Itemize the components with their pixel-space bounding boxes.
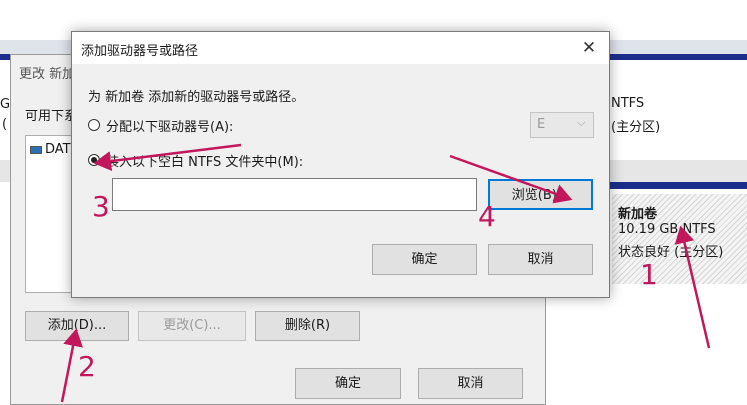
close-icon[interactable]: ✕ bbox=[575, 36, 603, 60]
folder-path-input[interactable] bbox=[112, 178, 477, 211]
available-label: 可用下系 bbox=[25, 109, 78, 124]
change-button[interactable]: 更改(C)... bbox=[138, 311, 246, 341]
drive-letter-value: E bbox=[537, 117, 546, 132]
partition-kind: (主分区) bbox=[611, 120, 661, 135]
bg-paren-fragment: ( bbox=[2, 117, 8, 132]
list-item[interactable]: DAT bbox=[30, 142, 71, 157]
annotation-number-1: 1 bbox=[640, 258, 658, 291]
radio-mount-folder[interactable] bbox=[88, 154, 100, 166]
partition-block-volume[interactable]: 新加卷 10.19 GB NTFS 状态良好 (主分区) bbox=[606, 189, 747, 289]
delete-button[interactable]: 删除(R) bbox=[255, 311, 360, 341]
list-item-label: DAT bbox=[45, 142, 71, 157]
radio-assign-letter-label[interactable]: 分配以下驱动器号(A): bbox=[106, 116, 233, 135]
drive-icon bbox=[30, 145, 42, 154]
dialog-titlebar: 添加驱动器号或路径 ✕ bbox=[72, 32, 609, 64]
chevron-down-icon: ⌵ bbox=[577, 116, 586, 129]
radio-assign-letter[interactable] bbox=[88, 119, 100, 131]
change-dialog-title: 更改 新加 bbox=[19, 67, 76, 82]
add-button[interactable]: 添加(D)... bbox=[25, 311, 129, 341]
cancel-button[interactable]: 取消 bbox=[488, 244, 593, 275]
volume-size: 10.19 GB NTFS bbox=[618, 222, 716, 237]
ok-button[interactable]: 确定 bbox=[372, 244, 477, 275]
browse-button[interactable]: 浏览(B)... bbox=[488, 179, 593, 210]
change-ok-button[interactable]: 确定 bbox=[295, 368, 401, 399]
partition-block-top[interactable]: NTFS (主分区) bbox=[606, 60, 747, 160]
annotation-number-3: 3 bbox=[92, 190, 110, 223]
annotation-number-2: 2 bbox=[78, 350, 96, 383]
add-drive-letter-dialog: 添加驱动器号或路径 ✕ 为 新加卷 添加新的驱动器号或路径。 分配以下驱动器号(… bbox=[71, 31, 610, 298]
volume-name: 新加卷 bbox=[618, 207, 658, 222]
dialog-title: 添加驱动器号或路径 bbox=[81, 44, 199, 59]
radio-mount-folder-label[interactable]: 装入以下空白 NTFS 文件夹中(M): bbox=[106, 151, 303, 170]
change-cancel-button[interactable]: 取消 bbox=[418, 368, 523, 399]
volume-status: 状态良好 (主分区) bbox=[618, 245, 724, 260]
partition-fs: NTFS bbox=[611, 96, 645, 111]
annotation-number-4: 4 bbox=[478, 200, 496, 233]
disk-bar-volume bbox=[606, 182, 747, 189]
dialog-description: 为 新加卷 添加新的驱动器号或路径。 bbox=[88, 90, 305, 105]
drive-letter-select[interactable]: E ⌵ bbox=[530, 112, 594, 138]
